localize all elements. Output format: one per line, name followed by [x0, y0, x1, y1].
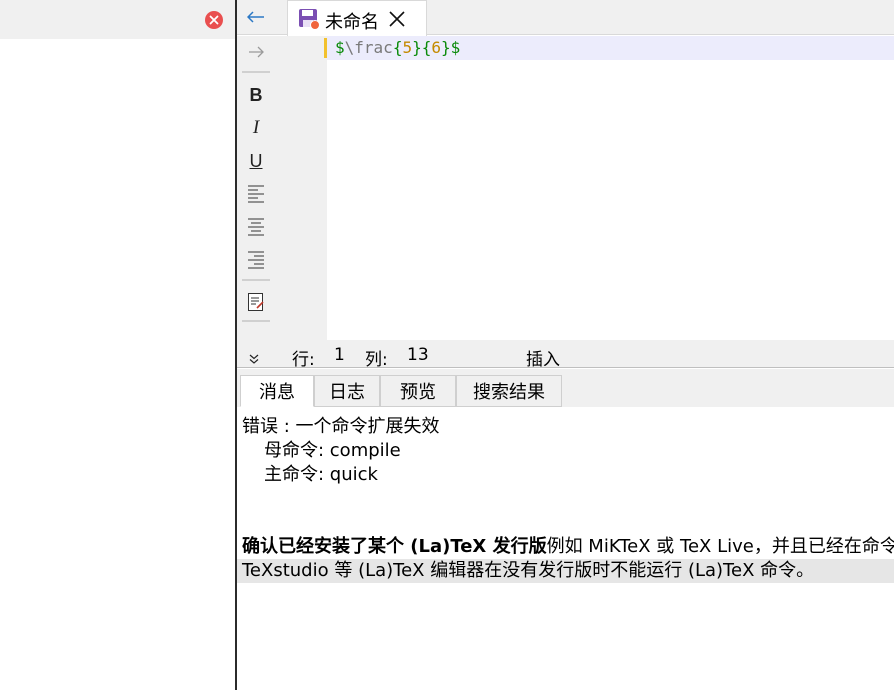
hint-bold-text: 确认已经安装了某个 (La)TeX 发行版: [242, 536, 547, 557]
hint-message: 确认已经安装了某个 (La)TeX 发行版例如 MiKTeX 或 TeX Liv…: [242, 535, 894, 559]
bold-icon: B: [249, 84, 263, 105]
toolbar-divider: [242, 320, 270, 322]
tab-log[interactable]: 日志: [314, 375, 380, 407]
error-message: 错误 : 一个命令扩展失效: [242, 416, 440, 437]
main-command-message: 主命令: quick: [264, 464, 378, 485]
structure-panel: [0, 0, 235, 690]
back-arrow-icon[interactable]: [245, 6, 267, 28]
align-right-icon: [248, 251, 264, 269]
close-tab-icon[interactable]: [388, 10, 406, 33]
bold-button[interactable]: B: [242, 81, 270, 109]
app-window: 未命名 B I U $\frac{5}{6}$ 行: 1 列: 13 插入 消息…: [0, 0, 894, 690]
toolbar-divider: [242, 71, 270, 73]
code-line-1[interactable]: $\frac{5}{6}$: [335, 38, 460, 58]
unsaved-document-icon: [298, 8, 320, 35]
column-value: 13: [407, 345, 429, 365]
chevron-down-icon[interactable]: [249, 349, 259, 369]
italic-icon: I: [252, 117, 260, 138]
format-toolbar: B I U: [237, 36, 276, 340]
number: 5: [402, 38, 413, 57]
forward-arrow-icon[interactable]: [242, 38, 270, 66]
brace: {: [421, 38, 432, 57]
compile-note-button[interactable]: [242, 288, 270, 316]
math-delimiter: $: [450, 38, 461, 57]
tab-preview-label: 预览: [400, 382, 436, 403]
number: 6: [431, 38, 442, 57]
output-panel-tabs: 消息 日志 预览 搜索结果: [237, 369, 894, 407]
align-center-icon: [248, 218, 264, 236]
editor-area: 未命名 B I U $\frac{5}{6}$ 行: 1 列: 13 插入 消息…: [237, 0, 894, 690]
underline-button[interactable]: U: [242, 147, 270, 175]
hint-text: 例如 MiKTeX 或 TeX Live，并且已经在命令配: [546, 536, 894, 557]
insert-mode[interactable]: 插入: [526, 345, 560, 370]
latex-command: \frac: [344, 38, 393, 57]
brace: }: [441, 38, 451, 57]
line-value: 1: [334, 345, 345, 365]
align-right-button[interactable]: [242, 246, 270, 274]
tab-search-results-label: 搜索结果: [473, 382, 545, 403]
structure-panel-header: [0, 0, 235, 39]
line-number-gutter: [276, 36, 327, 340]
code-editor[interactable]: $\frac{5}{6}$: [324, 36, 894, 340]
status-bar: 行: 1 列: 13 插入: [237, 340, 894, 370]
math-delimiter: $: [335, 38, 345, 57]
hint-message-line2: TeXstudio 等 (La)TeX 编辑器在没有发行版时不能运行 (La)T…: [242, 560, 815, 581]
parent-command-message: 母命令: compile: [264, 440, 401, 461]
brace: }: [412, 38, 422, 57]
document-edit-icon: [248, 293, 264, 311]
document-tab-label: 未命名: [325, 12, 379, 33]
align-left-button[interactable]: [242, 180, 270, 208]
tab-log-label: 日志: [329, 382, 365, 403]
tab-messages[interactable]: 消息: [240, 375, 314, 407]
document-tab[interactable]: 未命名: [287, 0, 427, 36]
close-panel-icon[interactable]: [205, 11, 223, 29]
tab-preview[interactable]: 预览: [380, 375, 456, 407]
column-label: 列:: [365, 350, 388, 370]
document-tab-bar: 未命名: [237, 0, 894, 36]
tab-messages-label: 消息: [259, 382, 295, 403]
toolbar-divider: [242, 279, 270, 281]
line-change-marker: [324, 38, 327, 58]
italic-button[interactable]: I: [242, 114, 270, 142]
underline-icon: U: [249, 150, 263, 171]
align-center-button[interactable]: [242, 213, 270, 241]
tab-search-results[interactable]: 搜索结果: [456, 375, 562, 407]
align-left-icon: [248, 185, 264, 203]
messages-panel: 错误 : 一个命令扩展失效 母命令: compile 主命令: quick 确认…: [237, 407, 894, 690]
line-label: 行:: [292, 350, 315, 370]
brace: {: [392, 38, 403, 57]
